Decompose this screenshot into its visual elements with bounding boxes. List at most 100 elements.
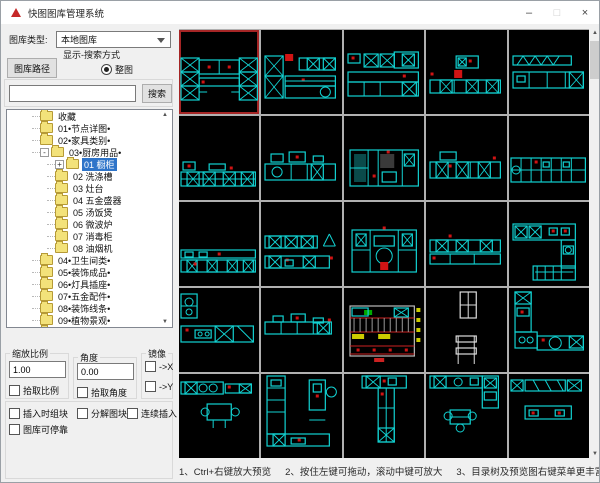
mirror-label: 镜像: [146, 347, 168, 360]
cad-thumbnail-drawing: [426, 202, 506, 286]
group-block-checkbox[interactable]: 插入时组块: [9, 407, 68, 420]
thumbnail-cell-selected[interactable]: [179, 30, 259, 114]
folder-icon: [55, 243, 68, 253]
tree-item[interactable]: 07 消毒柜: [7, 230, 172, 242]
category-tree[interactable]: 收藏01•节点详图•02•家具类别•-03•厨房用品•+01 橱柜02 洗涤槽0…: [6, 109, 173, 328]
folder-icon: [55, 219, 68, 229]
mirror-y-checkbox[interactable]: ->Y: [145, 381, 173, 392]
tree-item[interactable]: 05•装饰成品•: [7, 266, 172, 278]
checkbox-icon: [145, 381, 156, 392]
title-bar[interactable]: 快图图库管理系统 – □ ×: [1, 1, 599, 24]
cad-thumbnail-drawing: [344, 116, 424, 200]
thumbnail-cell[interactable]: [509, 116, 589, 200]
search-input[interactable]: [9, 85, 136, 102]
tree-item[interactable]: 03 灶台: [7, 182, 172, 194]
maximize-button[interactable]: □: [543, 1, 571, 24]
tree-connector: [47, 212, 55, 213]
thumbnail-cell[interactable]: [179, 288, 259, 372]
angle-input[interactable]: [77, 363, 134, 380]
tree-connector: [32, 320, 40, 321]
library-type-select[interactable]: 本地图库: [56, 31, 171, 48]
expand-icon[interactable]: +: [55, 160, 64, 169]
thumbnail-cell[interactable]: [261, 30, 341, 114]
thumbnail-cell[interactable]: [344, 202, 424, 286]
tree-item[interactable]: 收藏: [7, 110, 172, 122]
thumbnail-cell[interactable]: [426, 116, 506, 200]
library-path-button[interactable]: 图库路径: [7, 58, 57, 78]
scroll-down-icon[interactable]: ▼: [589, 451, 600, 457]
thumbnail-cell[interactable]: [344, 374, 424, 458]
scroll-up-icon[interactable]: ▲: [589, 30, 600, 36]
cad-thumbnail-drawing: [426, 374, 506, 458]
thumbnail-cell[interactable]: [426, 30, 506, 114]
grid-scrollbar[interactable]: ▲ ▼: [589, 29, 600, 458]
thumbnail-cell[interactable]: [509, 374, 589, 458]
display-mode-label: 显示-搜索方式: [63, 48, 120, 61]
tree-item[interactable]: -03•厨房用品•: [7, 146, 172, 158]
tree-connector: [32, 260, 40, 261]
search-button[interactable]: 搜索: [142, 84, 172, 103]
thumbnail-cell[interactable]: [509, 202, 589, 286]
tree-item[interactable]: 09•植物景观•: [7, 314, 172, 326]
collapse-icon[interactable]: -: [40, 148, 49, 157]
folder-icon: [40, 267, 53, 277]
folder-icon: [51, 147, 64, 157]
minimize-button[interactable]: –: [515, 1, 543, 24]
folder-icon: [66, 159, 79, 169]
dockable-checkbox[interactable]: 图库可停靠: [9, 423, 68, 436]
tree-item[interactable]: 10•电器类别•: [7, 326, 172, 328]
tree-item[interactable]: 04 五金盛器: [7, 194, 172, 206]
tree-scroll-down-icon[interactable]: ▼: [159, 319, 171, 325]
thumbnail-cell[interactable]: [261, 116, 341, 200]
radio-icon: [101, 64, 112, 75]
tree-connector: [47, 176, 55, 177]
cad-thumbnail-drawing: [179, 288, 259, 372]
thumbnail-cell[interactable]: [426, 374, 506, 458]
folder-icon: [40, 303, 53, 313]
explode-checkbox[interactable]: 分解图块: [77, 407, 127, 420]
whole-image-radio[interactable]: 整图: [101, 63, 133, 76]
scale-input[interactable]: [9, 361, 66, 378]
cad-thumbnail-drawing: [426, 288, 506, 372]
thumbnail-cell[interactable]: [344, 116, 424, 200]
mirror-x-checkbox[interactable]: ->X: [145, 361, 173, 372]
tree-item[interactable]: 04•卫生间类•: [7, 254, 172, 266]
tree-item[interactable]: 07•五金配件•: [7, 290, 172, 302]
scrollbar-thumb[interactable]: [590, 41, 600, 79]
chevron-down-icon: [157, 38, 165, 43]
tree-item[interactable]: 08 油烟机: [7, 242, 172, 254]
tree-item[interactable]: 02•家具类别•: [7, 134, 172, 146]
checkbox-icon: [145, 361, 156, 372]
tree-item[interactable]: +01 橱柜: [7, 158, 172, 170]
thumbnail-cell[interactable]: [179, 202, 259, 286]
thumbnail-cell[interactable]: [261, 202, 341, 286]
library-type-label: 图库类型:: [9, 33, 48, 46]
tree-item[interactable]: 02 洗涤槽: [7, 170, 172, 182]
close-button[interactable]: ×: [571, 1, 599, 24]
tree-item[interactable]: 06 微波炉: [7, 218, 172, 230]
pick-angle-checkbox[interactable]: 拾取角度: [77, 386, 127, 399]
folder-icon: [55, 207, 68, 217]
thumbnail-grid: [179, 29, 589, 458]
status-hint-3: 3、目录树及预览图右键菜单更丰富: [456, 464, 600, 478]
tree-item[interactable]: 01•节点详图•: [7, 122, 172, 134]
tree-item[interactable]: 08•装饰线条•: [7, 302, 172, 314]
thumbnail-cell[interactable]: [344, 30, 424, 114]
thumbnail-cell[interactable]: [426, 202, 506, 286]
thumbnail-cell[interactable]: [179, 116, 259, 200]
cad-thumbnail-drawing: [179, 30, 259, 114]
tree-item[interactable]: 05 汤饭煲: [7, 206, 172, 218]
tree-scroll-up-icon[interactable]: ▲: [159, 112, 171, 118]
thumbnail-cell[interactable]: [509, 288, 589, 372]
thumbnail-cell[interactable]: [426, 288, 506, 372]
thumbnail-cell[interactable]: [261, 288, 341, 372]
thumbnail-cell[interactable]: [344, 288, 424, 372]
thumbnail-cell[interactable]: [179, 374, 259, 458]
cad-thumbnail-drawing: [344, 288, 424, 372]
thumbnail-cell[interactable]: [509, 30, 589, 114]
thumbnail-cell[interactable]: [261, 374, 341, 458]
folder-icon: [55, 195, 68, 205]
tree-item[interactable]: 06•灯具插座•: [7, 278, 172, 290]
pick-scale-checkbox[interactable]: 拾取比例: [9, 384, 59, 397]
continuous-insert-checkbox[interactable]: 连续插入: [127, 407, 177, 420]
